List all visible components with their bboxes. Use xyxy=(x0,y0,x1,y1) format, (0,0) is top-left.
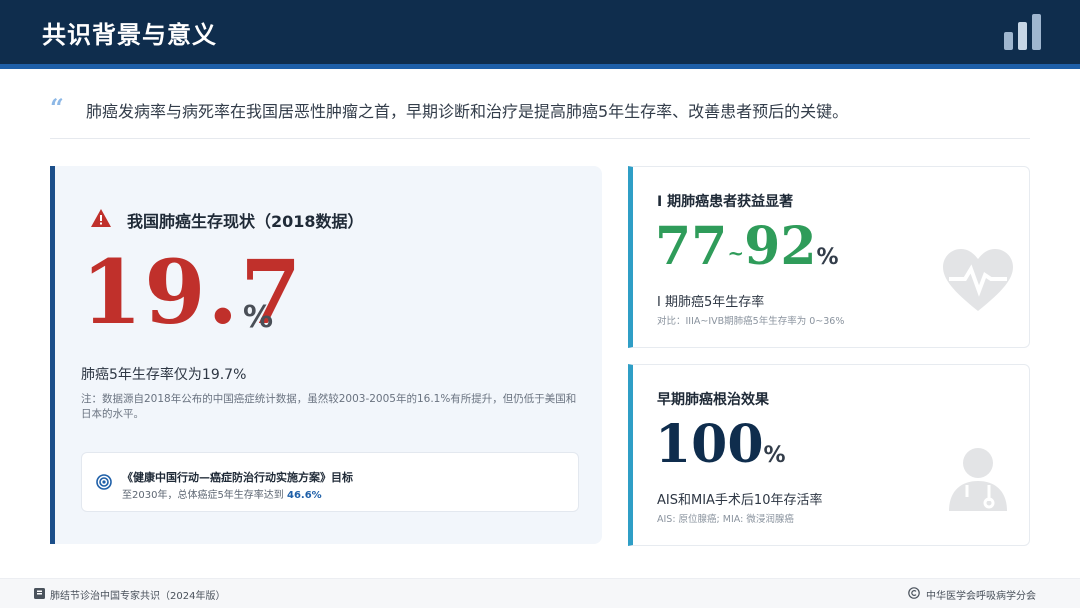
divider xyxy=(50,138,1030,139)
target-icon xyxy=(96,474,112,490)
goal-desc-text: 至2030年，总体癌症5年生存率达到 xyxy=(122,490,287,501)
survival-status-panel: 我国肺癌生存现状（2018数据） 19.7 % 肺癌5年生存率仅为19.7% 注… xyxy=(50,166,602,544)
header-accent-line xyxy=(0,64,1080,69)
health-china-goal-card: 《健康中国行动—癌症防治行动实施方案》目标 至2030年，总体癌症5年生存率达到… xyxy=(81,452,579,512)
heart-pulse-icon xyxy=(943,249,1013,311)
ten-year-survival-value: 100% xyxy=(655,419,786,471)
stage-one-benefit-card: Ⅰ 期肺癌患者获益显著 77~92% Ⅰ 期肺癌5年生存率 对比：IIIA~IV… xyxy=(628,166,1030,348)
survival-rate-unit: % xyxy=(243,300,274,335)
quote-mark-icon: “ xyxy=(50,93,64,122)
range-high-value: 92 xyxy=(744,216,817,277)
goal-title: 《健康中国行动—癌症防治行动实施方案》目标 xyxy=(122,471,353,484)
warning-icon xyxy=(91,209,111,227)
range-low-value: 77 xyxy=(655,216,728,277)
copyright-icon xyxy=(908,587,920,599)
card-caption: AIS和MIA手术后10年存活率 xyxy=(657,493,823,508)
goal-description: 至2030年，总体癌症5年生存率达到 46.6% xyxy=(122,486,322,501)
early-cure-effect-card: 早期肺癌根治效果 100% AIS和MIA手术后10年存活率 AIS: 原位腺癌… xyxy=(628,364,1030,546)
card-note: AIS: 原位腺癌; MIA: 微浸润腺癌 xyxy=(657,514,794,525)
survival-unit: % xyxy=(763,443,786,468)
footer-source: 肺结节诊治中国专家共识（2024年版） xyxy=(50,591,226,602)
card-title: 早期肺癌根治效果 xyxy=(657,392,769,408)
card-note: 对比：IIIA~IVB期肺癌5年生存率为 0~36% xyxy=(657,316,845,327)
data-source-note: 注：数据源自2018年公布的中国癌症统计数据，虽然较2003-2005年的16.… xyxy=(81,393,577,420)
quote-row: “ 肺癌发病率与病死率在我国居恶性肿瘤之首，早期诊断和治疗是提高肺癌5年生存率、… xyxy=(50,94,1030,126)
survival-value: 100 xyxy=(655,414,764,475)
range-unit: % xyxy=(816,245,839,270)
footer-organization: 中华医学会呼吸病学分会 xyxy=(926,591,1036,602)
panel-title: 我国肺癌生存现状（2018数据） xyxy=(127,212,364,231)
survival-rate-caption: 肺癌5年生存率仅为19.7% xyxy=(81,367,247,383)
range-tilde: ~ xyxy=(727,241,745,265)
bar-chart-icon xyxy=(1004,14,1041,50)
doctor-icon xyxy=(949,448,1007,511)
page-title: 共识背景与意义 xyxy=(42,21,217,49)
book-icon xyxy=(34,588,45,599)
goal-target-value: 46.6% xyxy=(287,490,322,501)
quote-text: 肺癌发病率与病死率在我国居恶性肿瘤之首，早期诊断和治疗是提高肺癌5年生存率、改善… xyxy=(86,102,849,121)
header-bar: 共识背景与意义 xyxy=(0,0,1080,64)
card-caption: Ⅰ 期肺癌5年生存率 xyxy=(657,295,765,310)
card-title: Ⅰ 期肺癌患者获益显著 xyxy=(657,194,794,210)
footer-bar: 肺结节诊治中国专家共识（2024年版） 中华医学会呼吸病学分会 xyxy=(0,578,1080,608)
stage-one-survival-range: 77~92% xyxy=(655,221,839,273)
